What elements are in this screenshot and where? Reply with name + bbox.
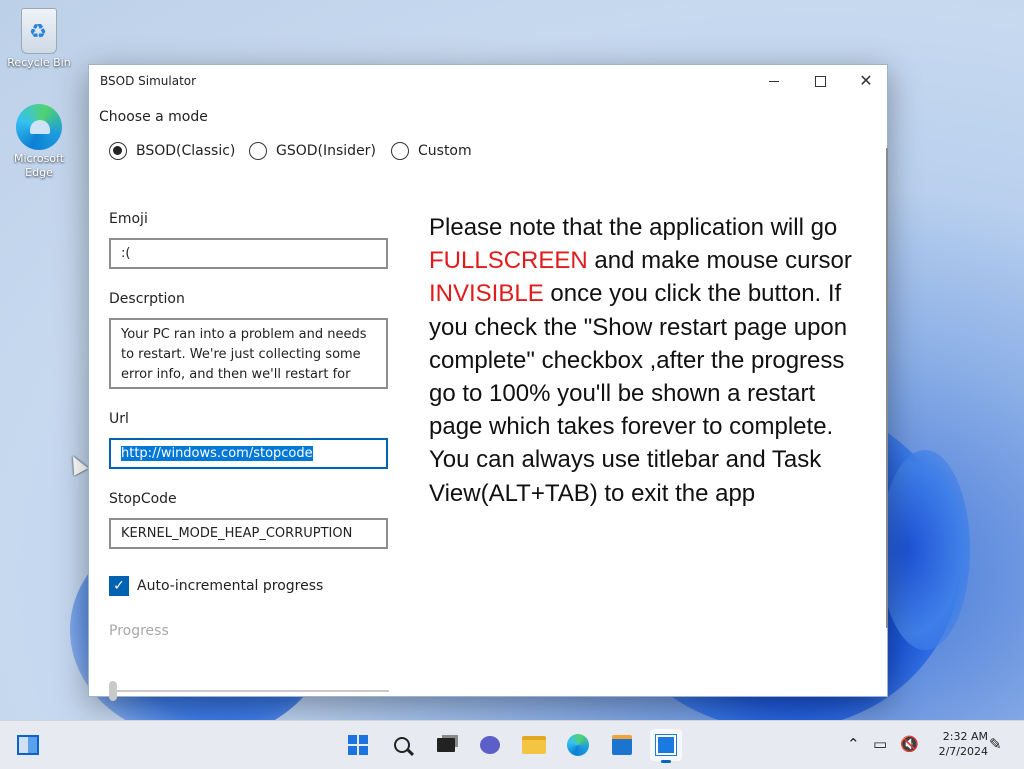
taskbar-clock[interactable]: 2:32 AM 2/7/2024: [924, 729, 988, 759]
desktop-icon-label: Microsoft Edge: [13, 152, 65, 179]
minimize-button[interactable]: [751, 65, 797, 97]
radio-checked-icon: [109, 142, 127, 160]
url-selected-text: http://windows.com/stopcode: [121, 446, 313, 461]
desktop-icon-recycle-bin[interactable]: Recycle Bin: [4, 8, 74, 70]
notice-part-2: and make mouse cursor: [587, 247, 852, 275]
mode-radio-bsod[interactable]: BSOD(Classic): [109, 142, 235, 160]
mode-heading: Choose a mode: [99, 109, 208, 125]
start-button[interactable]: [342, 729, 374, 761]
notification-icon[interactable]: ✎: [989, 735, 1002, 753]
stopcode-label: StopCode: [109, 491, 177, 507]
notice-part-1: Please note that the application will go: [429, 214, 838, 241]
radio-label: Custom: [418, 143, 472, 159]
radio-unchecked-icon: [249, 142, 267, 160]
mouse-cursor-icon: [65, 452, 89, 476]
mode-radio-custom[interactable]: Custom: [391, 142, 472, 160]
progress-slider[interactable]: [109, 681, 389, 701]
store-button[interactable]: [606, 729, 638, 761]
task-view-icon: [437, 738, 455, 752]
window-titlebar[interactable]: BSOD Simulator ✕: [89, 65, 887, 98]
slider-track: [109, 690, 389, 692]
notice-part-3: once you click the button. If you check …: [429, 280, 848, 507]
radio-unchecked-icon: [391, 142, 409, 160]
stopcode-field[interactable]: KERNEL_MODE_HEAP_CORRUPTION: [109, 518, 388, 549]
close-icon: ✕: [859, 71, 873, 90]
desktop-icon-label: Recycle Bin: [7, 56, 71, 69]
mode-radio-gsod[interactable]: GSOD(Insider): [249, 142, 376, 160]
desktop-icon-edge[interactable]: Microsoft Edge: [4, 104, 74, 180]
widgets-button[interactable]: [12, 729, 44, 761]
url-field[interactable]: http://windows.com/stopcode: [109, 438, 388, 469]
task-view-button[interactable]: [430, 729, 462, 761]
network-icon[interactable]: ▭: [873, 735, 887, 753]
chat-button[interactable]: [474, 729, 506, 761]
app-icon: [655, 734, 677, 756]
folder-icon: [522, 736, 546, 754]
wallpaper-bloom-right: [880, 450, 970, 650]
maximize-button[interactable]: [797, 65, 843, 97]
taskbar: ⌃ ▭ 🔇 ✎: [0, 720, 1024, 769]
slider-thumb[interactable]: [109, 681, 117, 701]
radio-label: BSOD(Classic): [136, 143, 236, 159]
emoji-field[interactable]: :(: [109, 238, 388, 269]
windows-start-icon: [348, 735, 368, 755]
bsod-simulator-taskbar-button[interactable]: [650, 729, 682, 763]
close-button[interactable]: ✕: [843, 65, 889, 97]
url-label: Url: [109, 411, 129, 427]
checkmark-icon: ✓: [109, 576, 129, 596]
edge-icon: [16, 104, 62, 150]
notice-fullscreen: FULLSCREEN: [429, 247, 588, 275]
search-button[interactable]: [386, 729, 418, 761]
auto-progress-checkbox[interactable]: ✓ Auto-incremental progress: [109, 576, 323, 596]
emoji-label: Emoji: [109, 211, 148, 227]
app-window: BSOD Simulator ✕ Choose a mode BSOD(Clas…: [88, 64, 888, 701]
notice-invisible: INVISIBLE: [429, 280, 544, 308]
description-label: Descrption: [109, 291, 185, 307]
checkbox-label: Auto-incremental progress: [137, 578, 324, 594]
minimize-icon: [769, 80, 779, 82]
notice-text: Please note that the application will go…: [429, 211, 869, 510]
description-field[interactable]: Your PC ran into a problem and needs to …: [109, 318, 388, 389]
store-icon: [612, 735, 632, 755]
scrollbar[interactable]: [886, 148, 888, 628]
speaker-muted-icon[interactable]: 🔇: [900, 735, 919, 753]
recycle-bin-icon: [21, 8, 57, 54]
edge-button[interactable]: [562, 729, 594, 761]
search-icon: [394, 737, 410, 753]
widgets-icon: [17, 735, 39, 755]
file-explorer-button[interactable]: [518, 729, 550, 761]
edge-icon: [567, 734, 589, 756]
radio-label: GSOD(Insider): [276, 143, 376, 159]
clock-date: 2/7/2024: [938, 745, 988, 758]
active-indicator: [661, 760, 671, 763]
chat-icon: [480, 736, 500, 754]
window-title: BSOD Simulator: [100, 74, 197, 88]
window-content: Choose a mode BSOD(Classic) GSOD(Insider…: [89, 98, 888, 701]
maximize-icon: [814, 75, 826, 87]
chevron-up-icon[interactable]: ⌃: [847, 735, 860, 753]
progress-label: Progress: [109, 623, 169, 639]
clock-time: 2:32 AM: [942, 730, 988, 743]
